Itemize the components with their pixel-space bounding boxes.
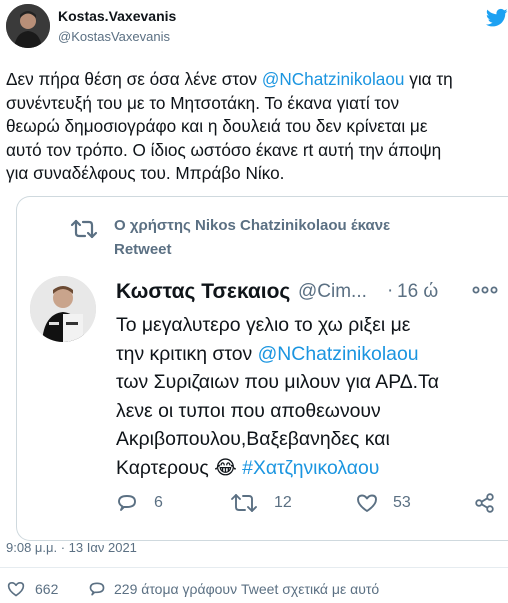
quoted-author-handle[interactable]: @Cim... xyxy=(298,281,367,303)
quoted-tweet-text: Το μεγαλυτερο γελιο το χω ριξει με την κ… xyxy=(116,311,506,483)
retweet-count: 12 xyxy=(274,494,292,511)
quoted-author-name[interactable]: Κωστας Τσεκαιος xyxy=(116,280,290,304)
quoted-line: Το μεγαλυτερο γελιο το χω ριξει με xyxy=(116,314,411,336)
tweet-line: για συναδέλφους του. Μπράβο Νίκο. xyxy=(6,163,285,184)
separator-dot: · xyxy=(387,280,394,301)
retweet-action-icon[interactable] xyxy=(230,492,258,514)
tweet-line: συνέντευξή του με το Μητσοτάκη. Το έκανα… xyxy=(6,92,400,113)
author-handle[interactable]: @KostasVaxevanis xyxy=(58,29,170,44)
quoted-line: Καρτερους 😂 #Χατζηνικολαου xyxy=(116,456,380,479)
like-stat: 662 xyxy=(35,581,59,597)
tweet-line: θεωρώ δημοσιογράφο και η δουλειά του δεν… xyxy=(6,116,428,137)
author-avatar[interactable] xyxy=(6,4,50,48)
laughing-emoji: 😂 xyxy=(214,456,237,479)
quoted-line: των Συριζαιων που μιλουν για ΑΡΔ.Τα xyxy=(116,371,439,394)
hashtag-link[interactable]: #Χατζηνικολαου xyxy=(237,457,379,479)
like-count: 53 xyxy=(393,494,411,511)
quoted-time[interactable]: 16 ώ xyxy=(397,281,438,303)
tweet-line: Δεν πήρα θέση σε όσα λένε στον @NChatzin… xyxy=(6,69,453,89)
mention-link[interactable]: @NChatzinikolaou xyxy=(262,69,405,89)
quoted-line: Ακριβοπουλου,Βαξεβανηδες και xyxy=(116,428,390,451)
reply-icon[interactable] xyxy=(116,492,138,514)
retweet-notice: Ο χρήστης Nikos Chatzinikolaou έκανε Ret… xyxy=(114,217,391,258)
divider xyxy=(0,567,508,568)
tweet-text: Δεν πήρα θέση σε όσα λένε στον @NChatzin… xyxy=(6,68,508,186)
tweet-timestamp[interactable]: 9:08 μ.μ. · 13 Ιαν 2021 xyxy=(6,540,137,555)
author-name[interactable]: Kostas.Vaxevanis xyxy=(58,8,176,24)
more-options-icon[interactable] xyxy=(470,280,500,300)
quoted-line: λενε οι τυποι που αποθεωνουν xyxy=(116,399,381,422)
twitter-bird-icon[interactable] xyxy=(485,8,508,28)
share-icon[interactable] xyxy=(474,492,496,514)
reply-count: 6 xyxy=(154,494,163,511)
reply-icon[interactable] xyxy=(88,580,106,598)
talking-about-stat[interactable]: 229 άτομα γράφουν Tweet σχετικά με αυτό xyxy=(114,581,379,597)
like-icon[interactable] xyxy=(6,580,26,598)
quoted-author-avatar[interactable] xyxy=(30,276,96,342)
retweet-icon xyxy=(70,218,98,240)
like-icon[interactable] xyxy=(355,492,379,514)
tweet-line: αυτό τον τρόπο. Ο ίδιος ωστόσο έκανε rt … xyxy=(6,139,442,160)
quoted-line: την κριτικη στον @NChatzinikolaou xyxy=(116,342,419,365)
mention-link[interactable]: @NChatzinikolaou xyxy=(258,343,419,365)
